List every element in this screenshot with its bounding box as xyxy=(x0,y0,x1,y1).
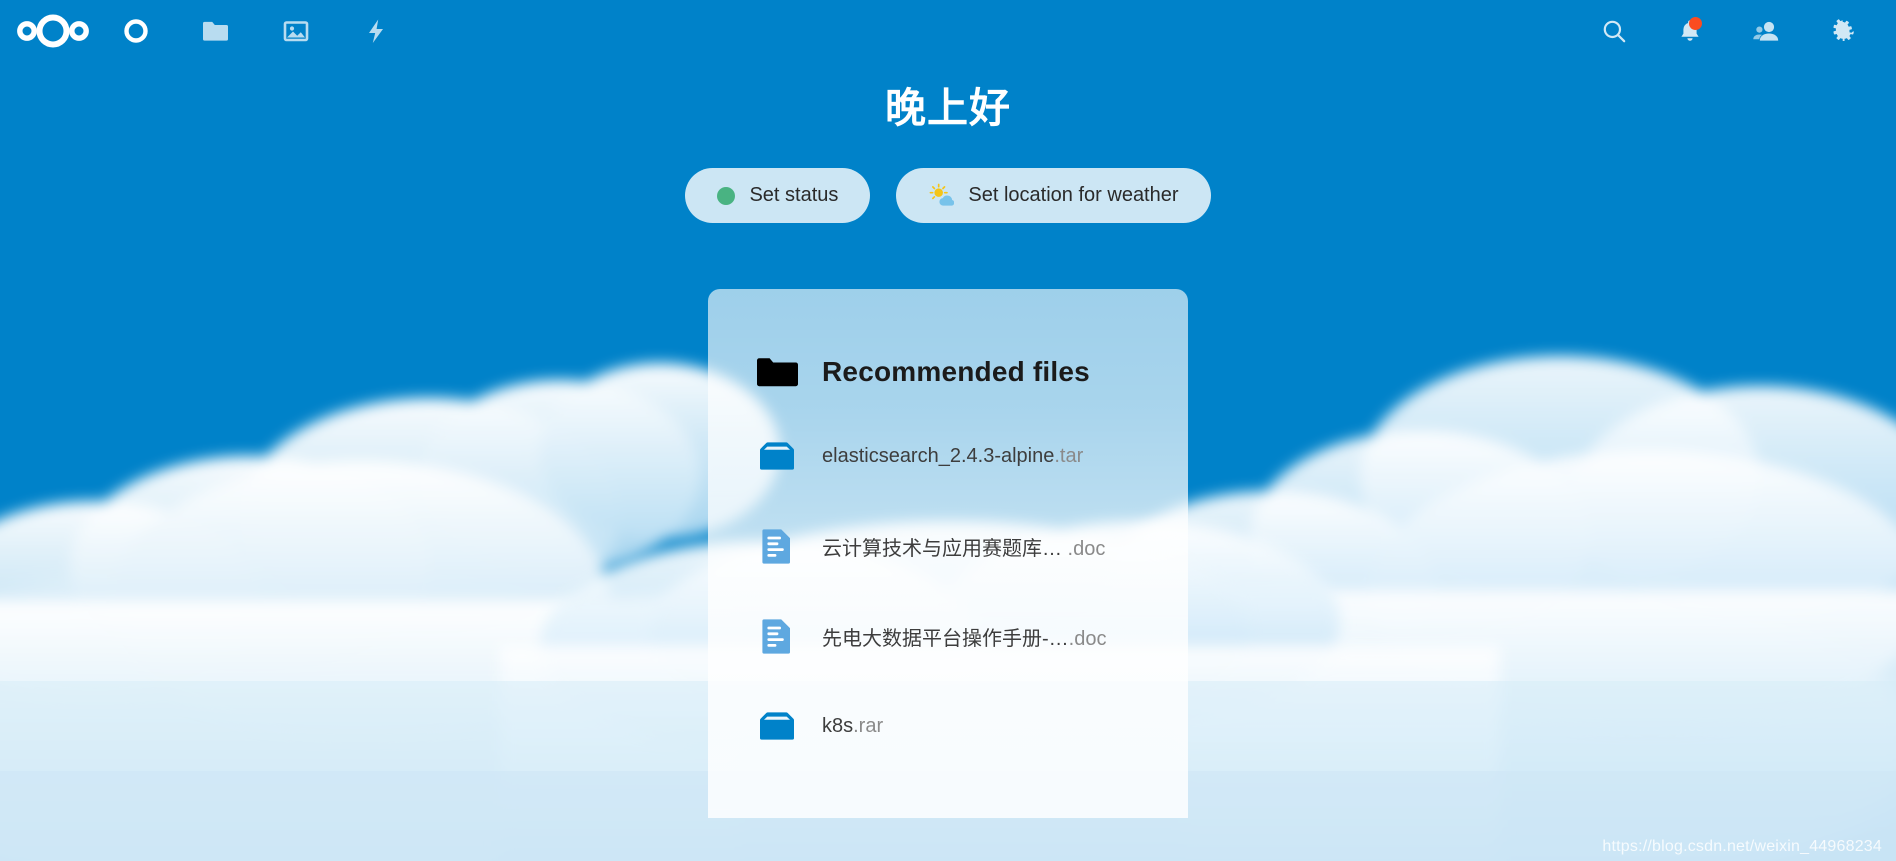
file-extension: .doc xyxy=(1068,627,1107,650)
recommended-files-header: Recommended files xyxy=(708,289,1188,411)
nav-item-activity[interactable] xyxy=(336,6,416,56)
search-icon xyxy=(1603,20,1626,43)
status-buttons-row: Set status Set location for weather xyxy=(685,168,1211,223)
archive-icon xyxy=(760,712,794,740)
nextcloud-logo-icon xyxy=(17,14,89,48)
file-name: k8s.rar xyxy=(822,714,884,737)
set-status-button[interactable]: Set status xyxy=(685,168,871,223)
document-icon xyxy=(762,529,790,564)
folder-icon xyxy=(757,358,798,387)
watermark-text: https://blog.csdn.net/weixin_44968234 xyxy=(1602,838,1882,855)
set-status-label: Set status xyxy=(749,184,839,206)
nav-right-group xyxy=(1576,6,1880,56)
file-extension: .tar xyxy=(1054,444,1084,467)
recommended-files-title: Recommended files xyxy=(822,356,1090,387)
dashboard-icon xyxy=(124,19,148,43)
file-extension: .rar xyxy=(853,714,884,737)
set-weather-location-label: Set location for weather xyxy=(968,184,1179,206)
set-weather-location-button[interactable]: Set location for weather xyxy=(896,168,1211,223)
sun-cloud-icon xyxy=(929,183,955,206)
contacts-button[interactable] xyxy=(1728,6,1804,56)
nav-left-group xyxy=(10,6,416,56)
notifications-button[interactable] xyxy=(1652,6,1728,56)
greeting-title: 晚上好 xyxy=(885,85,1011,131)
nextcloud-logo[interactable] xyxy=(10,6,96,56)
document-icon xyxy=(762,619,790,654)
contacts-icon xyxy=(1753,21,1779,41)
file-extension: .doc xyxy=(1062,537,1106,560)
file-list-item[interactable]: 云计算技术与应用赛题库… .doc xyxy=(708,501,1188,591)
settings-button[interactable] xyxy=(1804,6,1880,56)
archive-icon xyxy=(760,442,794,470)
file-name: 云计算技术与应用赛题库… .doc xyxy=(822,537,1106,560)
status-dot-icon xyxy=(717,186,736,205)
activity-icon xyxy=(369,19,383,43)
nav-item-dashboard[interactable] xyxy=(96,6,176,56)
nav-item-photos[interactable] xyxy=(256,6,336,56)
nav-item-files[interactable] xyxy=(176,6,256,56)
photos-icon xyxy=(283,21,309,42)
gear-icon xyxy=(1833,18,1854,42)
file-list-item[interactable]: k8s.rar xyxy=(708,681,1188,771)
file-name: elasticsearch_2.4.3-alpine.tar xyxy=(822,444,1084,467)
recommended-files-list: elasticsearch_2.4.3-alpine.tar 云计算技术与应用赛… xyxy=(708,411,1188,771)
file-list-item[interactable]: 先电大数据平台操作手册-….doc xyxy=(708,591,1188,681)
folder-icon xyxy=(203,21,228,41)
top-navigation-bar xyxy=(0,0,1896,62)
file-list-item[interactable]: elasticsearch_2.4.3-alpine.tar xyxy=(708,411,1188,501)
notification-badge xyxy=(1689,17,1702,30)
file-name: 先电大数据平台操作手册-….doc xyxy=(822,627,1107,650)
search-button[interactable] xyxy=(1576,6,1652,56)
recommended-files-panel: Recommended files elasticsearch_2.4.3-al… xyxy=(708,289,1188,818)
